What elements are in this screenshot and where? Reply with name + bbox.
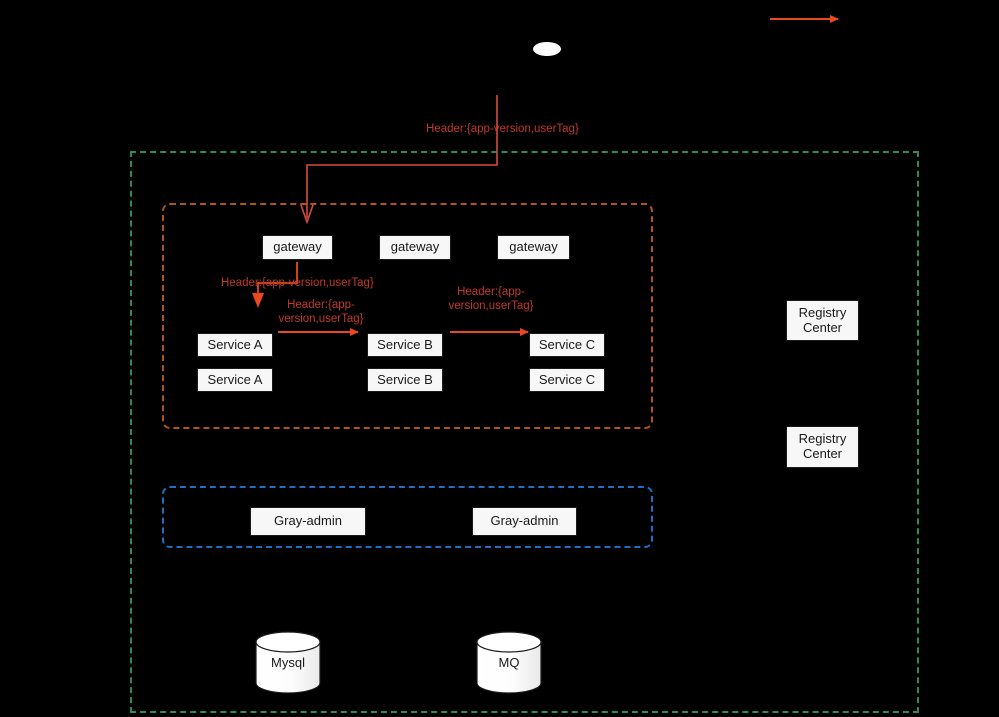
client-ellipse[interactable]	[533, 42, 561, 56]
service-a-to-b-label: Header:{app- version,userTag}	[278, 299, 364, 326]
service-b-node-2[interactable]: Service B	[367, 368, 443, 392]
service-b-to-c-label: Header:{app- version,userTag}	[448, 286, 534, 313]
service-c-node-1-label: Service C	[538, 336, 596, 352]
service-a-node-1[interactable]: Service A	[197, 333, 273, 357]
mq-label: MQ	[498, 655, 520, 670]
registry-center-node-2-line1: Registry	[798, 431, 847, 447]
cluster-zone-admin	[162, 486, 653, 548]
registry-center-node-1-line2: Center	[802, 319, 843, 335]
mysql-label: Mysql	[271, 655, 305, 670]
entry-flow-label: Header:{app-version,userTag}	[426, 123, 579, 135]
registry-center-node-1-line1: Registry	[798, 304, 847, 320]
service-a-node-1-label: Service A	[207, 336, 263, 352]
gateway-node-1[interactable]: gateway	[262, 235, 333, 260]
architecture-diagram-canvas: Header:{app-version,userTag} gateway gat…	[0, 0, 999, 717]
gray-admin-node-2-label: Gray-admin	[490, 513, 559, 529]
gray-admin-node-2[interactable]: Gray-admin	[472, 507, 577, 536]
service-c-node-1[interactable]: Service C	[529, 333, 605, 357]
registry-center-node-2[interactable]: Registry Center	[786, 426, 859, 468]
service-b-node-2-label: Service B	[377, 371, 433, 387]
gateway-node-2[interactable]: gateway	[379, 235, 451, 260]
registry-center-node-1[interactable]: Registry Center	[786, 300, 859, 341]
service-c-node-2[interactable]: Service C	[529, 368, 605, 392]
gray-admin-node-1[interactable]: Gray-admin	[250, 507, 366, 536]
gateway-node-3-label: gateway	[509, 239, 558, 255]
gateway-node-2-label: gateway	[390, 239, 440, 255]
gateway-node-1-label: gateway	[273, 239, 322, 255]
gray-admin-node-1-label: Gray-admin	[274, 513, 342, 529]
service-a-node-2-label: Service A	[207, 371, 263, 387]
service-b-node-1-label: Service B	[377, 336, 433, 352]
service-c-node-2-label: Service C	[538, 371, 596, 387]
gateway-node-3[interactable]: gateway	[497, 235, 570, 260]
service-b-node-1[interactable]: Service B	[367, 333, 443, 357]
gateway-to-service-a-label: Header:{app-version,userTag}	[221, 277, 374, 289]
registry-center-node-2-line2: Center	[802, 446, 843, 461]
service-a-node-2[interactable]: Service A	[197, 368, 273, 392]
